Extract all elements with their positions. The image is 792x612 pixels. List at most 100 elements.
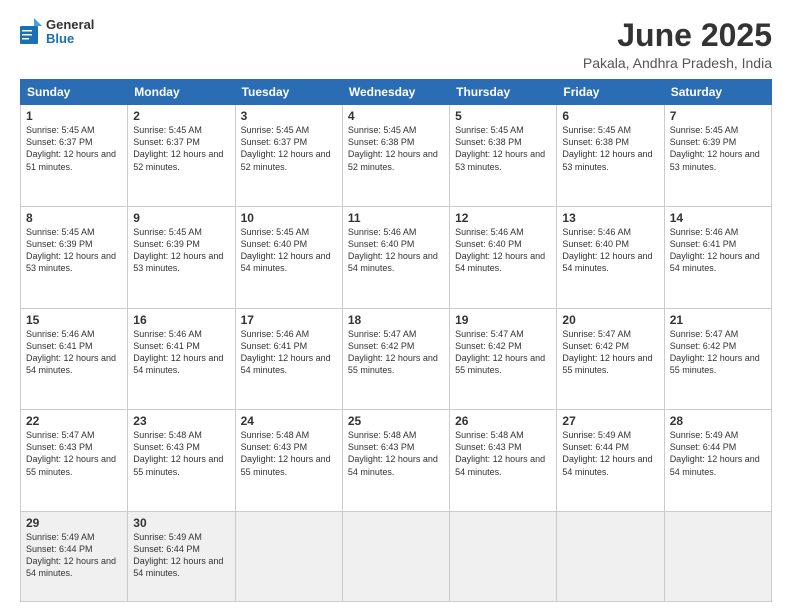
calendar-cell: 7 Sunrise: 5:45 AM Sunset: 6:39 PM Dayli… [664, 105, 771, 207]
sunrise-label: Sunrise: 5:47 AM [348, 329, 417, 339]
sunrise-label: Sunrise: 5:45 AM [26, 125, 95, 135]
sunrise-label: Sunrise: 5:49 AM [26, 532, 95, 542]
sunset-label: Sunset: 6:38 PM [455, 137, 522, 147]
day-info: Sunrise: 5:45 AM Sunset: 6:38 PM Dayligh… [455, 124, 551, 173]
day-info: Sunrise: 5:45 AM Sunset: 6:39 PM Dayligh… [133, 226, 229, 275]
day-info: Sunrise: 5:45 AM Sunset: 6:38 PM Dayligh… [562, 124, 658, 173]
logo-line1: General [46, 18, 94, 32]
daylight-label: Daylight: 12 hours and 55 minutes. [26, 454, 116, 476]
day-number: 15 [26, 313, 122, 327]
day-info: Sunrise: 5:46 AM Sunset: 6:41 PM Dayligh… [670, 226, 766, 275]
day-info: Sunrise: 5:47 AM Sunset: 6:42 PM Dayligh… [348, 328, 444, 377]
sunrise-label: Sunrise: 5:46 AM [562, 227, 631, 237]
day-info: Sunrise: 5:49 AM Sunset: 6:44 PM Dayligh… [26, 531, 122, 580]
sunrise-label: Sunrise: 5:47 AM [670, 329, 739, 339]
day-number: 4 [348, 109, 444, 123]
day-info: Sunrise: 5:47 AM Sunset: 6:42 PM Dayligh… [670, 328, 766, 377]
month-title: June 2025 [583, 18, 772, 53]
sunset-label: Sunset: 6:42 PM [455, 341, 522, 351]
calendar-cell: 29 Sunrise: 5:49 AM Sunset: 6:44 PM Dayl… [21, 511, 128, 601]
day-number: 25 [348, 414, 444, 428]
daylight-label: Daylight: 12 hours and 53 minutes. [670, 149, 760, 171]
calendar-cell: 6 Sunrise: 5:45 AM Sunset: 6:38 PM Dayli… [557, 105, 664, 207]
sunset-label: Sunset: 6:42 PM [562, 341, 629, 351]
sunset-label: Sunset: 6:37 PM [241, 137, 308, 147]
calendar-cell: 22 Sunrise: 5:47 AM Sunset: 6:43 PM Dayl… [21, 410, 128, 512]
daylight-label: Daylight: 12 hours and 54 minutes. [348, 251, 438, 273]
calendar-cell: 27 Sunrise: 5:49 AM Sunset: 6:44 PM Dayl… [557, 410, 664, 512]
sunset-label: Sunset: 6:39 PM [26, 239, 93, 249]
calendar-cell: 4 Sunrise: 5:45 AM Sunset: 6:38 PM Dayli… [342, 105, 449, 207]
calendar-cell: 12 Sunrise: 5:46 AM Sunset: 6:40 PM Dayl… [450, 206, 557, 308]
daylight-label: Daylight: 12 hours and 53 minutes. [133, 251, 223, 273]
calendar-cell: 17 Sunrise: 5:46 AM Sunset: 6:41 PM Dayl… [235, 308, 342, 410]
sunset-label: Sunset: 6:43 PM [26, 442, 93, 452]
location-subtitle: Pakala, Andhra Pradesh, India [583, 55, 772, 71]
day-number: 5 [455, 109, 551, 123]
header-row: Sunday Monday Tuesday Wednesday Thursday… [21, 80, 772, 105]
daylight-label: Daylight: 12 hours and 54 minutes. [241, 251, 331, 273]
day-info: Sunrise: 5:49 AM Sunset: 6:44 PM Dayligh… [562, 429, 658, 478]
sunrise-label: Sunrise: 5:46 AM [348, 227, 417, 237]
day-number: 6 [562, 109, 658, 123]
calendar-week-4: 22 Sunrise: 5:47 AM Sunset: 6:43 PM Dayl… [21, 410, 772, 512]
sunset-label: Sunset: 6:43 PM [133, 442, 200, 452]
day-number: 19 [455, 313, 551, 327]
daylight-label: Daylight: 12 hours and 54 minutes. [26, 353, 116, 375]
calendar-cell: 15 Sunrise: 5:46 AM Sunset: 6:41 PM Dayl… [21, 308, 128, 410]
daylight-label: Daylight: 12 hours and 52 minutes. [348, 149, 438, 171]
daylight-label: Daylight: 12 hours and 54 minutes. [562, 454, 652, 476]
daylight-label: Daylight: 12 hours and 52 minutes. [133, 149, 223, 171]
col-thursday: Thursday [450, 80, 557, 105]
day-info: Sunrise: 5:46 AM Sunset: 6:41 PM Dayligh… [133, 328, 229, 377]
daylight-label: Daylight: 12 hours and 53 minutes. [26, 251, 116, 273]
sunrise-label: Sunrise: 5:48 AM [348, 430, 417, 440]
daylight-label: Daylight: 12 hours and 52 minutes. [241, 149, 331, 171]
day-info: Sunrise: 5:46 AM Sunset: 6:40 PM Dayligh… [455, 226, 551, 275]
sunset-label: Sunset: 6:39 PM [133, 239, 200, 249]
day-info: Sunrise: 5:49 AM Sunset: 6:44 PM Dayligh… [133, 531, 229, 580]
sunrise-label: Sunrise: 5:45 AM [241, 227, 310, 237]
calendar-cell [664, 511, 771, 601]
logo: General Blue [20, 18, 94, 47]
calendar-cell: 1 Sunrise: 5:45 AM Sunset: 6:37 PM Dayli… [21, 105, 128, 207]
sunset-label: Sunset: 6:43 PM [348, 442, 415, 452]
day-number: 3 [241, 109, 337, 123]
day-number: 28 [670, 414, 766, 428]
calendar-cell: 3 Sunrise: 5:45 AM Sunset: 6:37 PM Dayli… [235, 105, 342, 207]
calendar-cell: 23 Sunrise: 5:48 AM Sunset: 6:43 PM Dayl… [128, 410, 235, 512]
sunset-label: Sunset: 6:38 PM [348, 137, 415, 147]
daylight-label: Daylight: 12 hours and 53 minutes. [562, 149, 652, 171]
calendar-week-2: 8 Sunrise: 5:45 AM Sunset: 6:39 PM Dayli… [21, 206, 772, 308]
sunset-label: Sunset: 6:37 PM [133, 137, 200, 147]
day-info: Sunrise: 5:45 AM Sunset: 6:38 PM Dayligh… [348, 124, 444, 173]
sunrise-label: Sunrise: 5:49 AM [670, 430, 739, 440]
day-number: 26 [455, 414, 551, 428]
daylight-label: Daylight: 12 hours and 55 minutes. [455, 353, 545, 375]
day-info: Sunrise: 5:47 AM Sunset: 6:43 PM Dayligh… [26, 429, 122, 478]
day-info: Sunrise: 5:46 AM Sunset: 6:40 PM Dayligh… [348, 226, 444, 275]
day-number: 29 [26, 516, 122, 530]
sunrise-label: Sunrise: 5:48 AM [241, 430, 310, 440]
sunset-label: Sunset: 6:40 PM [241, 239, 308, 249]
calendar-cell: 19 Sunrise: 5:47 AM Sunset: 6:42 PM Dayl… [450, 308, 557, 410]
sunrise-label: Sunrise: 5:45 AM [133, 125, 202, 135]
day-info: Sunrise: 5:45 AM Sunset: 6:37 PM Dayligh… [241, 124, 337, 173]
calendar-week-5: 29 Sunrise: 5:49 AM Sunset: 6:44 PM Dayl… [21, 511, 772, 601]
calendar-cell: 14 Sunrise: 5:46 AM Sunset: 6:41 PM Dayl… [664, 206, 771, 308]
day-info: Sunrise: 5:45 AM Sunset: 6:39 PM Dayligh… [670, 124, 766, 173]
sunset-label: Sunset: 6:44 PM [562, 442, 629, 452]
daylight-label: Daylight: 12 hours and 53 minutes. [455, 149, 545, 171]
day-number: 23 [133, 414, 229, 428]
day-number: 22 [26, 414, 122, 428]
calendar-week-1: 1 Sunrise: 5:45 AM Sunset: 6:37 PM Dayli… [21, 105, 772, 207]
day-number: 20 [562, 313, 658, 327]
day-info: Sunrise: 5:45 AM Sunset: 6:40 PM Dayligh… [241, 226, 337, 275]
day-number: 1 [26, 109, 122, 123]
sunset-label: Sunset: 6:38 PM [562, 137, 629, 147]
day-number: 11 [348, 211, 444, 225]
sunrise-label: Sunrise: 5:46 AM [670, 227, 739, 237]
calendar-week-3: 15 Sunrise: 5:46 AM Sunset: 6:41 PM Dayl… [21, 308, 772, 410]
day-number: 14 [670, 211, 766, 225]
sunrise-label: Sunrise: 5:46 AM [133, 329, 202, 339]
